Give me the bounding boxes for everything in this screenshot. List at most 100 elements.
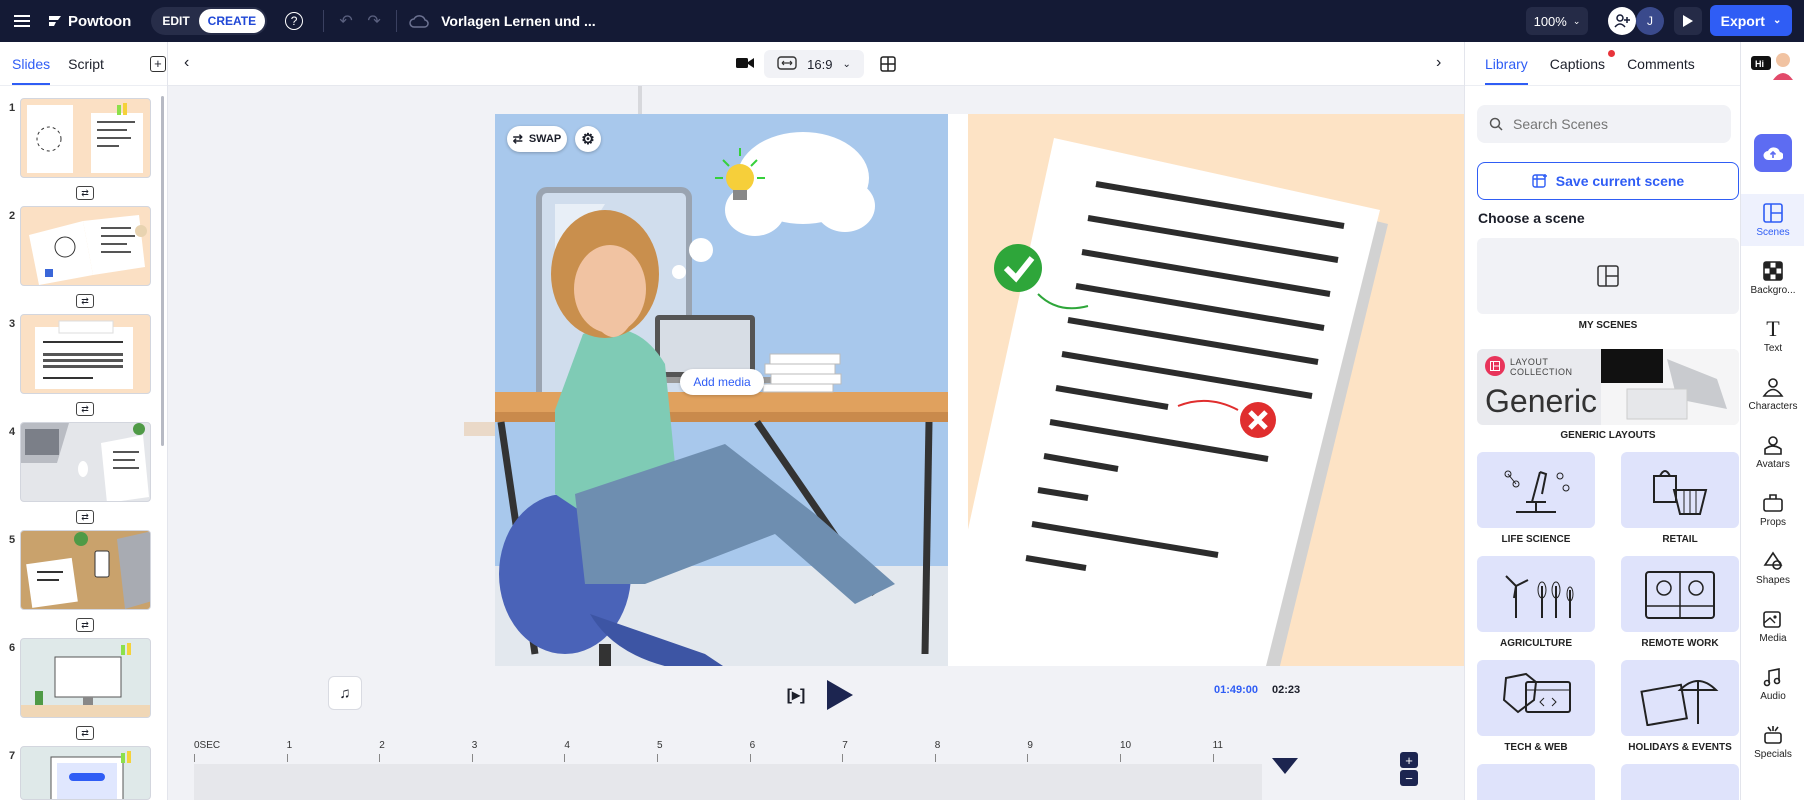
settings-button[interactable]: ⚙ [575,126,601,152]
search-input[interactable] [1513,116,1713,132]
upload-button[interactable] [1754,134,1792,172]
timeline[interactable]: 0SEC 1 2 3 4 5 6 7 8 9 10 11 + − [168,736,1464,800]
add-collaborator-icon[interactable] [1608,7,1636,35]
music-button[interactable]: ♫ [328,676,362,710]
category-card[interactable] [1477,764,1595,800]
tab-captions[interactable]: Captions [1550,49,1616,72]
slide-thumbnail[interactable] [20,314,151,394]
zoom-select[interactable]: 100% ⌄ [1526,7,1588,35]
tab-script[interactable]: Script [68,56,104,72]
rail-label: Scenes [1756,226,1790,238]
slide-number: 4 [9,426,16,438]
play-from-here-button[interactable]: [▸] [778,682,814,708]
powtoon-logo[interactable]: Powtoon [48,13,131,30]
create-mode-button[interactable]: CREATE [198,9,266,33]
rail-scenes[interactable]: Scenes [1741,194,1804,246]
left-scene-character[interactable]: ⇄ SWAP ⚙ Add media [495,114,948,666]
transition-icon[interactable]: ⇄ [76,294,94,308]
rail-backgrounds[interactable]: Backgro... [1741,252,1804,304]
total-time: 02:23 [1272,684,1301,696]
swap-button[interactable]: ⇄ SWAP [507,126,567,152]
generic-layouts-card[interactable]: LAYOUT COLLECTION Generic [1477,349,1739,425]
category-card-holidays-events[interactable] [1621,660,1739,736]
slide-thumbnail[interactable] [20,422,151,502]
category-card-retail[interactable] [1621,452,1739,528]
rail-label: Props [1759,516,1787,528]
undo-icon[interactable]: ↶ [334,9,358,33]
transition-icon[interactable]: ⇄ [76,186,94,200]
chevron-left-icon[interactable]: ‹ [184,54,189,72]
rail-audio[interactable]: Audio [1741,658,1804,710]
checkerboard-icon [1763,260,1783,281]
slide-thumbnail[interactable] [20,638,151,718]
slides-scrollbar[interactable] [161,96,164,446]
grid-layout-icon[interactable] [880,56,896,77]
save-current-scene-button[interactable]: Save current scene [1477,162,1739,200]
timeline-track[interactable] [194,764,1262,800]
rail-props[interactable]: Props [1741,484,1804,536]
slide-number: 1 [9,102,16,114]
timeline-tick-label: 5 [657,740,663,751]
aspect-ratio-value: 16:9 [807,56,833,72]
playhead[interactable] [1272,758,1298,774]
transition-icon[interactable]: ⇄ [76,510,94,524]
category-label: HOLIDAYS & EVENTS [1628,742,1732,753]
menu-icon[interactable] [10,9,34,33]
rail-shapes[interactable]: Shapes [1741,542,1804,594]
category-card-tech-web[interactable] [1477,660,1595,736]
slide-thumbnail[interactable] [20,746,151,800]
slide-thumbnail[interactable] [20,530,151,610]
tab-library[interactable]: Library [1485,43,1528,85]
divider [396,10,398,32]
characters-icon [1762,377,1784,397]
slide-canvas[interactable]: ⇄ SWAP ⚙ Add media [495,114,1475,666]
tab-comments[interactable]: Comments [1627,56,1695,72]
add-media-button[interactable]: Add media [680,369,764,395]
add-slide-icon[interactable]: + [149,55,166,72]
rail-text[interactable]: T Text [1741,310,1804,362]
timeline-zoom-out-button[interactable]: − [1400,770,1418,786]
play-icon [1683,15,1693,27]
help-icon[interactable]: ? [285,12,304,30]
category-card[interactable] [1621,764,1739,800]
rail-label: Backgro... [1750,284,1796,296]
document-title[interactable]: Vorlagen Lernen und ... [441,13,596,29]
slides-panel: Slides Script + 1 ⇄ 2 ⇄ 3 ⇄ 4 ⇄ 5 ⇄ 6 ⇄ … [0,42,168,800]
media-icon [1763,610,1781,628]
my-scenes-card[interactable] [1477,238,1739,314]
right-scene-document[interactable] [938,114,1475,666]
scene-search[interactable] [1477,105,1731,143]
hi-avatar-badge[interactable]: Hi [1749,48,1797,80]
camera-icon[interactable] [736,56,754,75]
rail-avatars[interactable]: Avatars [1741,426,1804,478]
category-card-life-science[interactable] [1477,452,1595,528]
user-avatar[interactable]: J [1636,7,1664,35]
preview-play-button[interactable] [1674,7,1702,35]
aspect-ratio-select[interactable]: 16:9 ⌄ [764,50,864,78]
music-note-icon: ♫ [339,684,351,702]
category-card-remote-work[interactable] [1621,556,1739,632]
timeline-tick-mark [286,754,288,762]
layout-collection-icon [1485,356,1505,376]
export-button[interactable]: Export ⌄ [1710,5,1792,36]
tab-slides[interactable]: Slides [12,43,51,85]
transition-icon[interactable]: ⇄ [76,618,94,632]
slide-thumbnail[interactable] [20,206,151,286]
slide-thumbnail[interactable] [20,98,151,178]
asset-rail: Hi Scenes Backgro... T Text Characters A… [1740,42,1804,800]
chevron-right-icon[interactable]: › [1436,54,1441,72]
rail-specials[interactable]: Specials [1741,716,1804,768]
timeline-tick-mark [749,754,751,762]
play-button[interactable] [823,678,855,712]
rail-media[interactable]: Media [1741,600,1804,652]
transition-icon[interactable]: ⇄ [76,402,94,416]
transition-icon[interactable]: ⇄ [76,726,94,740]
category-card-agriculture[interactable] [1477,556,1595,632]
timeline-zoom-in-button[interactable]: + [1400,752,1418,768]
category-label: REMOTE WORK [1641,638,1719,649]
choose-scene-heading: Choose a scene [1478,210,1585,226]
redo-icon[interactable]: ↷ [362,9,386,33]
rail-characters[interactable]: Characters [1741,368,1804,420]
rail-label: Media [1759,632,1787,644]
edit-mode-button[interactable]: EDIT [153,9,198,33]
